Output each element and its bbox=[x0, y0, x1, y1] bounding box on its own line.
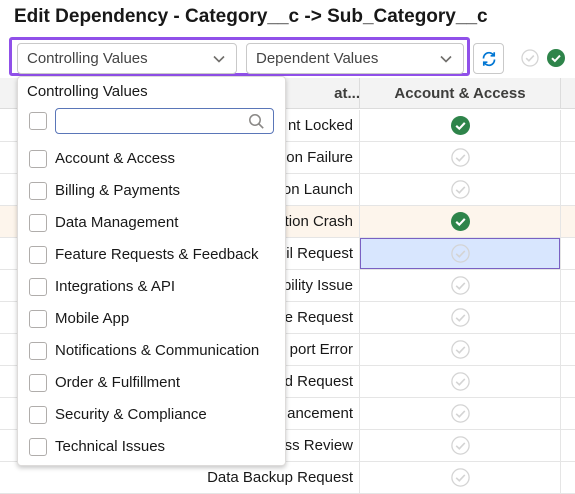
option-checkbox[interactable] bbox=[29, 246, 47, 264]
search-icon bbox=[249, 114, 264, 129]
unchecked-circle-icon[interactable] bbox=[451, 404, 470, 423]
option-checkbox[interactable] bbox=[29, 374, 47, 392]
controlling-values-combobox[interactable]: Controlling Values bbox=[17, 43, 237, 74]
option-label: Technical Issues bbox=[55, 438, 166, 455]
page-title: Edit Dependency - Category__c -> Sub_Cat… bbox=[14, 6, 488, 27]
column-divider bbox=[560, 174, 561, 206]
select-all-checkbox[interactable] bbox=[29, 112, 47, 130]
chevron-down-icon bbox=[213, 55, 225, 63]
header-divider bbox=[560, 78, 561, 109]
dropdown-option[interactable]: Account & Access bbox=[29, 148, 279, 172]
column-divider bbox=[359, 398, 360, 430]
column-divider bbox=[560, 366, 561, 398]
dependent-values-label: Dependent Values bbox=[256, 50, 379, 67]
dropdown-option[interactable]: Notifications & Communication bbox=[29, 340, 279, 364]
column-divider bbox=[359, 174, 360, 206]
option-label: Security & Compliance bbox=[55, 406, 207, 423]
dropdown-option[interactable]: Integrations & API bbox=[29, 276, 279, 300]
unchecked-circle-icon[interactable] bbox=[451, 148, 470, 167]
column-divider bbox=[560, 334, 561, 366]
check-all-icon[interactable] bbox=[547, 49, 565, 67]
option-label: Account & Access bbox=[55, 150, 176, 167]
row-label: Data Backup Request bbox=[207, 469, 353, 486]
option-label: Data Management bbox=[55, 214, 179, 231]
option-checkbox[interactable] bbox=[29, 342, 47, 360]
row-label: ancement bbox=[287, 405, 353, 422]
option-checkbox[interactable] bbox=[29, 214, 47, 232]
option-checkbox[interactable] bbox=[29, 150, 47, 168]
option-label: Feature Requests & Feedback bbox=[55, 246, 259, 263]
option-checkbox[interactable] bbox=[29, 182, 47, 200]
column-divider bbox=[359, 302, 360, 334]
unchecked-circle-icon[interactable] bbox=[451, 372, 470, 391]
option-label: Order & Fulfillment bbox=[55, 374, 181, 391]
dependent-values-combobox[interactable]: Dependent Values bbox=[246, 43, 464, 74]
row-label: ss Review bbox=[284, 437, 353, 454]
unchecked-circle-icon[interactable] bbox=[451, 276, 470, 295]
option-checkbox[interactable] bbox=[29, 406, 47, 424]
row-label: il Request bbox=[286, 245, 353, 262]
row-label: port Error bbox=[289, 341, 353, 358]
dropdown-option[interactable]: Feature Requests & Feedback bbox=[29, 244, 279, 268]
dropdown-option[interactable]: Mobile App bbox=[29, 308, 279, 332]
dropdown-option[interactable]: Billing & Payments bbox=[29, 180, 279, 204]
option-checkbox[interactable] bbox=[29, 278, 47, 296]
column-divider bbox=[359, 142, 360, 174]
column-divider bbox=[560, 430, 561, 462]
chevron-down-icon bbox=[440, 55, 452, 63]
unchecked-circle-icon[interactable] bbox=[451, 436, 470, 455]
column-divider bbox=[560, 270, 561, 302]
option-checkbox[interactable] bbox=[29, 310, 47, 328]
option-label: Mobile App bbox=[55, 310, 130, 327]
row-label: bility Issue bbox=[282, 277, 353, 294]
column-divider bbox=[359, 334, 360, 366]
controlling-values-label: Controlling Values bbox=[27, 50, 148, 67]
option-label: Integrations & API bbox=[55, 278, 176, 295]
option-label: Notifications & Communication bbox=[55, 342, 260, 359]
column-divider bbox=[359, 206, 360, 238]
column-divider bbox=[359, 270, 360, 302]
dropdown-option[interactable]: Data Management bbox=[29, 212, 279, 236]
row-label: on Launch bbox=[282, 181, 353, 198]
row-label: e Request bbox=[284, 309, 353, 326]
column-divider bbox=[560, 206, 561, 238]
header-controlling-column[interactable]: at... bbox=[334, 85, 360, 102]
header-account-access-column[interactable]: Account & Access bbox=[360, 85, 560, 102]
unchecked-circle-icon[interactable] bbox=[451, 468, 470, 487]
option-label: Billing & Payments bbox=[55, 182, 181, 199]
refresh-button[interactable] bbox=[473, 43, 504, 74]
dropdown-option[interactable]: Technical Issues bbox=[29, 436, 279, 460]
row-label: nt Locked bbox=[287, 117, 353, 134]
unchecked-circle-icon[interactable] bbox=[451, 308, 470, 327]
column-divider bbox=[359, 110, 360, 142]
refresh-icon bbox=[482, 51, 496, 67]
checked-circle-icon[interactable] bbox=[451, 212, 470, 231]
option-checkbox[interactable] bbox=[29, 438, 47, 456]
column-divider bbox=[359, 462, 360, 494]
dropdown-option[interactable]: Order & Fulfillment bbox=[29, 372, 279, 396]
column-divider bbox=[359, 430, 360, 462]
column-divider bbox=[560, 238, 561, 270]
column-divider bbox=[359, 366, 360, 398]
column-divider bbox=[560, 462, 561, 494]
row-label: d Request bbox=[284, 373, 353, 390]
dropdown-title: Controlling Values bbox=[27, 83, 148, 100]
checked-circle-icon[interactable] bbox=[451, 116, 470, 135]
row-label: on Failure bbox=[286, 149, 353, 166]
table-row: Data Backup Request bbox=[0, 462, 575, 494]
column-divider bbox=[560, 110, 561, 142]
unchecked-circle-icon[interactable] bbox=[451, 180, 470, 199]
uncheck-all-icon[interactable] bbox=[521, 49, 539, 67]
column-divider bbox=[560, 302, 561, 334]
dropdown-option[interactable]: Security & Compliance bbox=[29, 404, 279, 428]
column-divider bbox=[560, 142, 561, 174]
unchecked-circle-icon[interactable] bbox=[451, 244, 470, 263]
unchecked-circle-icon[interactable] bbox=[451, 340, 470, 359]
dropdown-search-input[interactable] bbox=[55, 108, 274, 134]
controlling-values-dropdown: Controlling Values Account & Access Billi… bbox=[17, 76, 286, 466]
row-label: tion Crash bbox=[284, 213, 353, 230]
column-divider bbox=[560, 398, 561, 430]
